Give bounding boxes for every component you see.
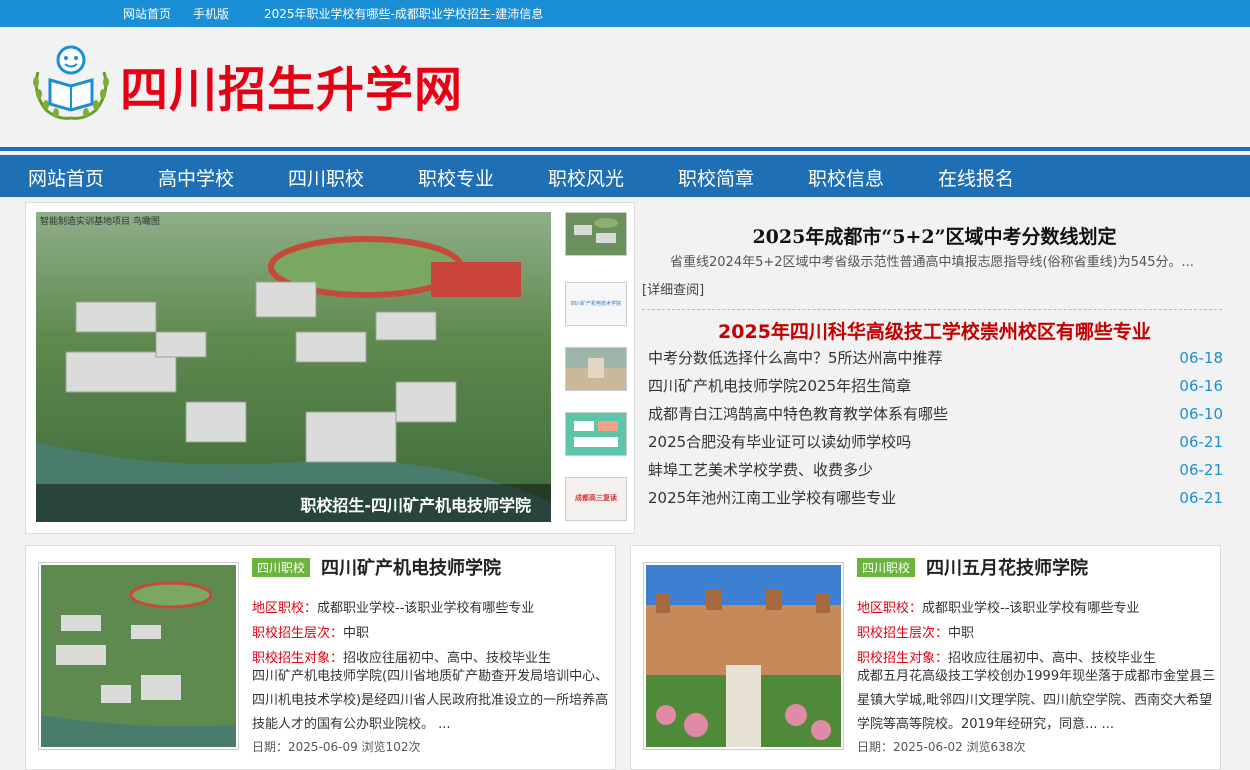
- target-label: 职校招生对象：: [857, 651, 949, 666]
- level-value: 中职: [343, 626, 370, 641]
- news-title[interactable]: 2025合肥没有毕业证可以读幼师学校吗: [648, 433, 911, 451]
- list-item[interactable]: 2025年池州江南工业学校有哪些专业 06-21: [648, 485, 1223, 513]
- nav-item-brochure[interactable]: 职校简章: [678, 164, 754, 191]
- region-label: 地区职校：: [857, 601, 923, 616]
- top-bar: 网站首页 手机版 2025年职业学校有哪些-成都职业学校招生-建沛信息: [0, 0, 1250, 27]
- school-image[interactable]: [643, 562, 844, 750]
- school-image[interactable]: [38, 562, 239, 750]
- region-value[interactable]: 成都职业学校--该职业学校有哪些专业: [317, 601, 534, 616]
- news-list: 中考分数低选择什么高中？5所达州高中推荐 06-18 四川矿产机电技师学院2025…: [648, 345, 1223, 513]
- svg-text:四川矿产机电技术学院: 四川矿产机电技术学院: [571, 300, 621, 307]
- news-date: 06-21: [1179, 461, 1223, 479]
- category-tag[interactable]: 四川职校: [252, 558, 311, 577]
- topbar-mobile-link[interactable]: 手机版: [193, 5, 229, 22]
- slide-caption-bar: 职校招生-四川矿产机电技师学院: [36, 484, 551, 522]
- list-item[interactable]: 蚌埠工艺美术学校学费、收费多少 06-21: [648, 457, 1223, 485]
- nav-top-rule: [0, 147, 1250, 151]
- read-more-link[interactable]: [详细查阅]: [642, 279, 704, 298]
- list-item[interactable]: 成都青白江鸿鹄高中特色教育教学体系有哪些 06-10: [648, 401, 1223, 429]
- news-title[interactable]: 成都青白江鸿鹄高中特色教育教学体系有哪些: [648, 405, 948, 423]
- headline-news[interactable]: 2025年成都市“5+2”区域中考分数线划定: [642, 222, 1227, 249]
- target-row: 职校招生对象：招收应往届初中、高中、技校毕业生: [857, 647, 1156, 666]
- nav-item-sichuan-vocational[interactable]: 四川职校: [288, 164, 364, 191]
- nav-item-majors[interactable]: 职校专业: [418, 164, 494, 191]
- news-title[interactable]: 四川矿产机电技师学院2025年招生简章: [648, 377, 911, 395]
- campus-aerial-image[interactable]: 智能制造实训基地项目 鸟瞰图: [36, 212, 551, 522]
- region-value[interactable]: 成都职业学校--该职业学校有哪些专业: [922, 601, 1139, 616]
- level-row: 职校招生层次：中职: [252, 622, 369, 641]
- slider-thumb-1[interactable]: [565, 212, 627, 256]
- slider-thumb-5[interactable]: 成都高三复读: [565, 477, 627, 521]
- list-item[interactable]: 2025合肥没有毕业证可以读幼师学校吗 06-21: [648, 429, 1223, 457]
- featured-red-title[interactable]: 2025年四川科华高级技工学校崇州校区有哪些专业: [642, 317, 1227, 344]
- region-label: 地区职校：: [252, 601, 318, 616]
- featured-slider: 智能制造实训基地项目 鸟瞰图 职校招生-四川矿产机电技师学院 四川矿产机电技术学…: [25, 202, 635, 534]
- news-panel: 2025年成都市“5+2”区域中考分数线划定 省重线2024年5+2区域中考省级…: [642, 202, 1227, 532]
- school-title[interactable]: 四川五月花技师学院: [926, 554, 1088, 580]
- news-title[interactable]: 2025年池州江南工业学校有哪些专业: [648, 489, 896, 507]
- news-date: 06-21: [1179, 489, 1223, 507]
- nav-item-info[interactable]: 职校信息: [808, 164, 884, 191]
- level-label: 职校招生层次：: [252, 626, 344, 641]
- news-title[interactable]: 蚌埠工艺美术学校学费、收费多少: [648, 461, 873, 479]
- target-row: 职校招生对象：招收应往届初中、高中、技校毕业生: [252, 647, 551, 666]
- level-value: 中职: [948, 626, 975, 641]
- svg-text:成都高三复读: 成都高三复读: [575, 493, 617, 502]
- slide-caption[interactable]: 职校招生-四川矿产机电技师学院: [300, 492, 531, 516]
- slide-image-label: 智能制造实训基地项目 鸟瞰图: [40, 215, 160, 227]
- slider-thumb-4[interactable]: [565, 412, 627, 456]
- nav-item-home[interactable]: 网站首页: [28, 164, 104, 191]
- news-date: 06-16: [1179, 377, 1223, 395]
- region-row: 地区职校：成都职业学校--该职业学校有哪些专业: [252, 597, 534, 616]
- list-item[interactable]: 中考分数低选择什么高中？5所达州高中推荐 06-18: [648, 345, 1223, 373]
- news-divider: [642, 309, 1222, 310]
- region-row: 地区职校：成都职业学校--该职业学校有哪些专业: [857, 597, 1139, 616]
- level-label: 职校招生层次：: [857, 626, 949, 641]
- headline-summary: 省重线2024年5+2区域中考省级示范性普通高中填报志愿指导线(俗称省重线)为5…: [670, 255, 1194, 270]
- reading-child-logo-icon[interactable]: [28, 42, 114, 120]
- category-tag[interactable]: 四川职校: [857, 558, 916, 577]
- news-title[interactable]: 中考分数低选择什么高中？5所达州高中推荐: [648, 349, 943, 367]
- news-date: 06-18: [1179, 349, 1223, 367]
- news-date: 06-10: [1179, 405, 1223, 423]
- target-value: 招收应往届初中、高中、技校毕业生: [343, 651, 552, 666]
- nav-item-apply[interactable]: 在线报名: [938, 164, 1014, 191]
- post-meta: 日期：2025-06-02 浏览638次: [857, 740, 1026, 754]
- main-nav: 网站首页 高中学校 四川职校 职校专业 职校风光 职校简章 职校信息 在线报名: [0, 155, 1250, 197]
- level-row: 职校招生层次：中职: [857, 622, 974, 641]
- site-title[interactable]: 四川招生升学网: [120, 50, 463, 120]
- school-description: 四川矿产机电技师学院(四川省地质矿产勘查开发局培训中心、四川机电技术学校)是经四…: [252, 669, 609, 732]
- school-description: 成都五月花高级技工学校创办1999年现坐落于成都市金堂县三星镇大学城,毗邻四川文…: [857, 669, 1216, 732]
- nav-item-scenery[interactable]: 职校风光: [548, 164, 624, 191]
- school-card: 四川职校 四川矿产机电技师学院 地区职校：成都职业学校--该职业学校有哪些专业 …: [25, 545, 616, 770]
- list-item[interactable]: 四川矿产机电技师学院2025年招生简章 06-16: [648, 373, 1223, 401]
- topbar-notice-link[interactable]: 2025年职业学校有哪些-成都职业学校招生-建沛信息: [264, 5, 543, 22]
- target-label: 职校招生对象：: [252, 651, 344, 666]
- school-card: 四川职校 四川五月花技师学院 地区职校：成都职业学校--该职业学校有哪些专业 职…: [630, 545, 1221, 770]
- news-date: 06-21: [1179, 433, 1223, 451]
- school-title[interactable]: 四川矿产机电技师学院: [321, 554, 501, 580]
- topbar-home-link[interactable]: 网站首页: [123, 5, 171, 22]
- slider-thumb-3[interactable]: [565, 347, 627, 391]
- slider-thumb-2[interactable]: 四川矿产机电技术学院: [565, 282, 627, 326]
- nav-item-high-school[interactable]: 高中学校: [158, 164, 234, 191]
- post-meta: 日期：2025-06-09 浏览102次: [252, 740, 421, 754]
- target-value: 招收应往届初中、高中、技校毕业生: [948, 651, 1157, 666]
